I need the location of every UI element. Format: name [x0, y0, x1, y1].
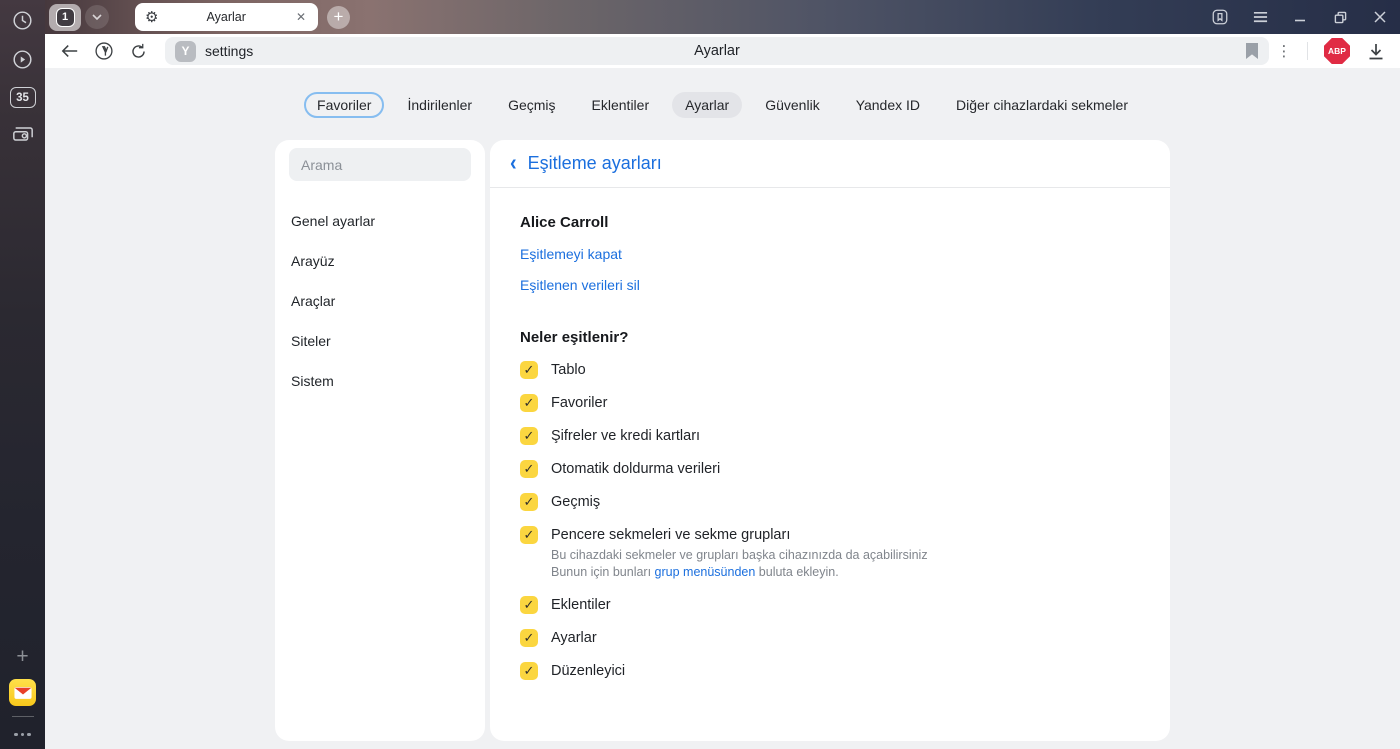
- nav-tab-indirilenler[interactable]: İndirilenler: [394, 92, 485, 118]
- checkbox-checked-icon[interactable]: ✓: [520, 526, 538, 544]
- nav-tab-diger-cihazlar[interactable]: Diğer cihazlardaki sekmeler: [943, 92, 1141, 118]
- menu-item-arayuz[interactable]: Arayüz: [289, 245, 471, 277]
- close-icon[interactable]: [1360, 0, 1400, 34]
- sync-item-tablo[interactable]: ✓ Tablo: [520, 361, 1140, 379]
- sync-settings-panel: ‹ Eşitleme ayarları Alice Carroll Eşitle…: [490, 140, 1170, 741]
- separator: [1307, 42, 1308, 60]
- more-options-icon[interactable]: ⋮: [1269, 42, 1299, 60]
- delete-synced-data-link[interactable]: Eşitlenen verileri sil: [520, 277, 640, 293]
- sync-item-duzenleyici[interactable]: ✓ Düzenleyici: [520, 662, 1140, 680]
- sync-item-pencere-sekmeleri[interactable]: ✓ Pencere sekmeleri ve sekme grupları Bu…: [520, 526, 1140, 581]
- url-text: settings: [205, 43, 254, 59]
- tab-close-icon[interactable]: ✕: [294, 8, 308, 26]
- browser-window: 35 + 1 ⚙ Ayarlar ✕ + Y settings Ayarlar …: [0, 0, 1400, 749]
- back-chevron-icon[interactable]: ‹: [510, 150, 517, 176]
- sync-item-label: Düzenleyici: [551, 663, 626, 679]
- media-play-icon[interactable]: [10, 46, 36, 72]
- rail-more-dots[interactable]: [13, 723, 33, 741]
- screencast-icon[interactable]: [10, 121, 36, 147]
- menu-item-sistem[interactable]: Sistem: [289, 365, 471, 397]
- checkbox-checked-icon[interactable]: ✓: [520, 427, 538, 445]
- sync-item-label: Tablo: [551, 362, 586, 378]
- account-name: Alice Carroll: [520, 214, 609, 231]
- settings-content: Genel ayarlar Arayüz Araçlar Siteler Sis…: [275, 140, 1170, 741]
- checkbox-checked-icon[interactable]: ✓: [520, 596, 538, 614]
- tab-group-count: 1: [55, 7, 75, 27]
- sync-panel-body: Alice Carroll Eşitlemeyi kapat Eşitlenen…: [490, 188, 1170, 680]
- sync-item-description: Bu cihazdaki sekmeler ve grupları başka …: [551, 548, 928, 579]
- sync-item-sifreler[interactable]: ✓ Şifreler ve kredi kartları: [520, 427, 1140, 445]
- new-tab-button[interactable]: +: [327, 5, 350, 29]
- url-field[interactable]: Y settings Ayarlar: [165, 37, 1269, 65]
- back-icon[interactable]: [53, 37, 87, 65]
- settings-menu-panel: Genel ayarlar Arayüz Araçlar Siteler Sis…: [275, 140, 485, 741]
- rail-divider: [11, 716, 34, 717]
- yandex-home-icon[interactable]: [87, 37, 121, 65]
- sync-item-label: Favoriler: [551, 395, 608, 411]
- gear-icon: ⚙: [145, 9, 159, 26]
- settings-page: Favoriler İndirilenler Geçmiş Eklentiler…: [45, 68, 1400, 749]
- checkbox-checked-icon[interactable]: ✓: [520, 361, 538, 379]
- sync-item-ayarlar[interactable]: ✓ Ayarlar: [520, 629, 1140, 647]
- nav-tab-eklentiler[interactable]: Eklentiler: [579, 92, 663, 118]
- sync-item-label: Geçmiş: [551, 494, 601, 510]
- tab-strip: 1 ⚙ Ayarlar ✕ +: [45, 0, 1400, 34]
- sync-item-label: Otomatik doldurma verileri: [551, 461, 721, 477]
- group-menu-link[interactable]: grup menüsünden: [655, 565, 756, 579]
- sync-item-label: Pencere sekmeleri ve sekme grupları: [551, 527, 791, 543]
- tab-title: Ayarlar: [206, 10, 246, 24]
- checkbox-checked-icon[interactable]: ✓: [520, 629, 538, 647]
- page-title: Ayarlar: [694, 43, 740, 59]
- address-bar: Y settings Ayarlar ⋮ ABP: [45, 34, 1400, 68]
- sync-item-gecmis[interactable]: ✓ Geçmiş: [520, 493, 1140, 511]
- checkbox-checked-icon[interactable]: ✓: [520, 662, 538, 680]
- browser-tab-settings[interactable]: ⚙ Ayarlar ✕: [135, 3, 318, 31]
- address-bar-actions: ⋮ ABP: [1269, 38, 1400, 64]
- tab-counter-badge[interactable]: 35: [9, 87, 36, 108]
- search-input[interactable]: [289, 148, 471, 181]
- browser-side-rail: 35 +: [0, 0, 45, 749]
- sync-panel-title[interactable]: Eşitleme ayarları: [528, 153, 662, 174]
- sync-panel-header: ‹ Eşitleme ayarları: [490, 140, 1170, 188]
- settings-nav-tabs: Favoriler İndirilenler Geçmiş Eklentiler…: [45, 68, 1400, 118]
- checkbox-checked-icon[interactable]: ✓: [520, 460, 538, 478]
- reload-icon[interactable]: [121, 37, 155, 65]
- checkbox-checked-icon[interactable]: ✓: [520, 394, 538, 412]
- downloads-icon[interactable]: [1358, 43, 1394, 60]
- menu-item-siteler[interactable]: Siteler: [289, 325, 471, 357]
- sync-item-eklentiler[interactable]: ✓ Eklentiler: [520, 596, 1140, 614]
- checkbox-checked-icon[interactable]: ✓: [520, 493, 538, 511]
- minimize-icon[interactable]: [1280, 0, 1320, 34]
- turn-off-sync-link[interactable]: Eşitlemeyi kapat: [520, 246, 622, 262]
- sync-item-label: Şifreler ve kredi kartları: [551, 428, 701, 444]
- settings-menu-list: Genel ayarlar Arayüz Araçlar Siteler Sis…: [289, 205, 471, 397]
- tab-group-chevron-icon[interactable]: [85, 5, 109, 29]
- window-controls: [1200, 0, 1400, 34]
- sync-item-favoriler[interactable]: ✓ Favoriler: [520, 394, 1140, 412]
- sync-item-otomatik-doldurma[interactable]: ✓ Otomatik doldurma verileri: [520, 460, 1140, 478]
- nav-tab-ayarlar[interactable]: Ayarlar: [672, 92, 743, 118]
- nav-tab-gecmis[interactable]: Geçmiş: [495, 92, 568, 118]
- nav-tab-yandex-id[interactable]: Yandex ID: [843, 92, 933, 118]
- sync-section-title: Neler eşitlenir?: [520, 329, 629, 346]
- nav-tab-favoriler[interactable]: Favoriler: [304, 92, 385, 118]
- side-panel-icon[interactable]: [1200, 0, 1240, 34]
- menu-item-genel-ayarlar[interactable]: Genel ayarlar: [289, 205, 471, 237]
- sync-item-label: Eklentiler: [551, 597, 611, 613]
- site-favicon: Y: [175, 40, 196, 62]
- menu-item-araclar[interactable]: Araçlar: [289, 285, 471, 317]
- restore-icon[interactable]: [1320, 0, 1360, 34]
- yandex-mail-icon[interactable]: [9, 679, 36, 706]
- adblock-plus-icon[interactable]: ABP: [1324, 38, 1350, 64]
- nav-tab-guvenlik[interactable]: Güvenlik: [752, 92, 832, 118]
- history-clock-icon[interactable]: [10, 7, 36, 33]
- rail-add-icon[interactable]: +: [10, 644, 36, 670]
- tab-group-control: 1: [49, 3, 109, 31]
- sync-item-label: Ayarlar: [551, 630, 597, 646]
- tab-group-button[interactable]: 1: [49, 3, 81, 31]
- bookmark-flag-icon[interactable]: [1245, 43, 1259, 59]
- menu-icon[interactable]: [1240, 0, 1280, 34]
